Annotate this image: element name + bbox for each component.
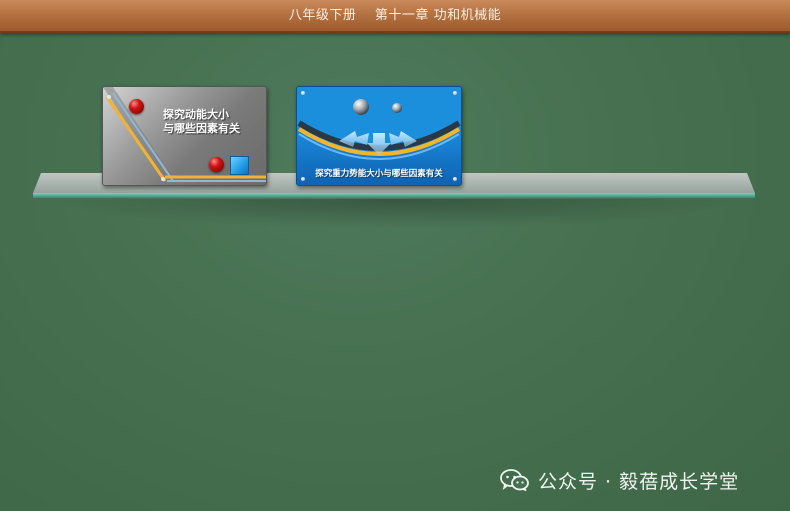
watermark-text: 公众号 · 毅蓓成长学堂 [538,470,740,493]
red-ball-icon [129,99,144,114]
card-gravitational-potential-energy[interactable]: 探究重力势能大小与哪些因素有关 [296,86,462,186]
card-2-title: 探究重力势能大小与哪些因素有关 [315,169,443,179]
wechat-icon [500,469,529,491]
watermark: 公众号 · 毅蓓成长学堂 [500,468,740,493]
card-1-title: 探究动能大小 与哪些因素有关 [163,108,240,135]
title-bar: 八年级下册 第十一章 功和机械能 [0,0,790,33]
card-kinetic-energy[interactable]: 探究动能大小 与哪些因素有关 [102,86,267,186]
page-title: 八年级下册 第十一章 功和机械能 [288,8,502,23]
screw-icon [453,91,457,95]
blue-block-icon [230,156,249,175]
screw-icon [301,91,305,95]
red-ball-icon [209,157,224,172]
shelf-shadow [50,199,740,229]
